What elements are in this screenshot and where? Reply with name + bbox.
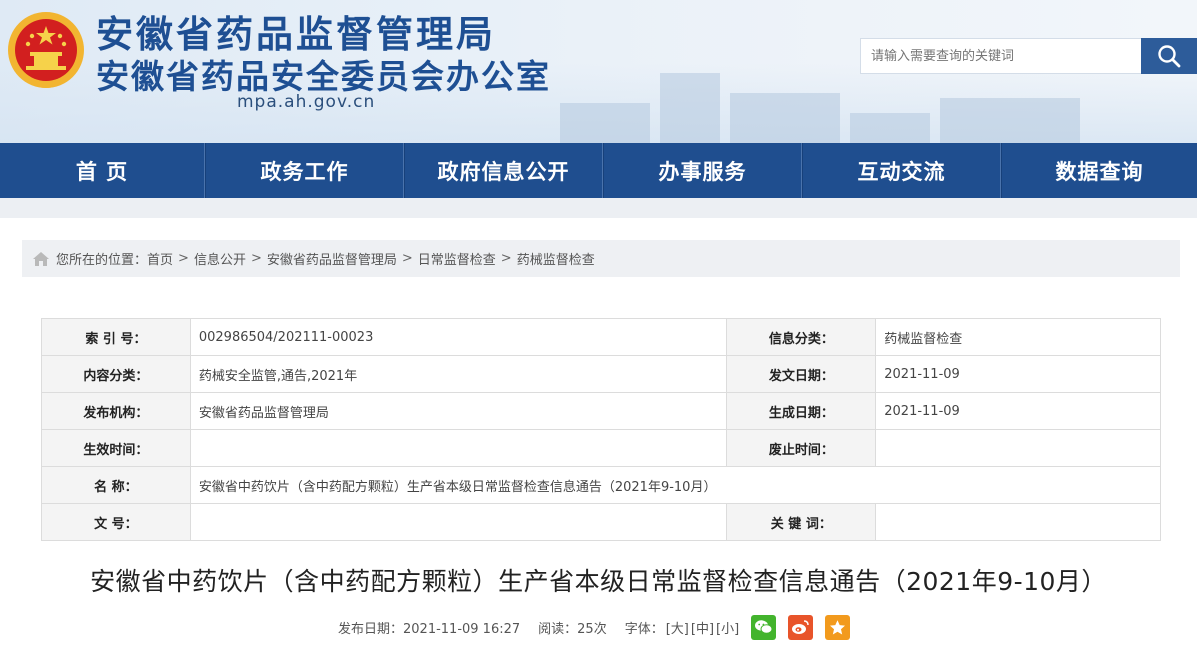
content-category-label: 内容分类： [41,355,191,393]
breadcrumb-separator: > [401,251,413,266]
publisher-value: 安徽省药品监督管理局 [189,392,728,430]
article-title: 安徽省中药饮片（含中药配方颗粒）生产省本级日常监督检查信息通告（2021年9-1… [90,567,1107,596]
nav-shadow-band [0,198,1197,218]
effective-date-value [189,429,728,467]
skyline-building [560,103,650,143]
table-row: 索 引 号： 002986504/202111-00023 信息分类： 药械监督… [41,318,1161,356]
wechat-share-icon[interactable] [751,614,777,640]
national-emblem-icon[interactable] [6,8,86,94]
issue-date-label: 发文日期： [726,355,877,393]
search-button[interactable] [1141,38,1197,74]
font-size-label: 字体： [624,621,664,637]
breadcrumb-separator: > [250,251,262,266]
site-domain: mpa.ah.gov.cn [237,92,376,112]
generated-date-label: 生成日期： [726,392,877,430]
favorite-star-icon[interactable] [825,614,851,640]
breadcrumb-separator: > [500,251,512,266]
breadcrumb: 您所在的位置： 首页 > 信息公开 > 安徽省药品监督管理局 > 日常监督检查 … [22,240,1180,277]
abolish-date-value [875,429,1161,467]
nav-info-disclosure[interactable]: 政府信息公开 [404,143,603,198]
name-label: 名 称： [41,466,191,504]
font-size-medium-button[interactable]: [中] [691,618,714,637]
breadcrumb-link-daily-inspection[interactable]: 日常监督检查 [418,249,496,268]
name-value: 安徽省中药饮片（含中药配方颗粒）生产省本级日常监督检查信息通告（2021年9-1… [189,466,1162,504]
table-row: 文 号： 关 键 词： [41,503,1161,541]
nav-data-query[interactable]: 数据查询 [1001,143,1197,198]
nav-home[interactable]: 首 页 [0,143,205,198]
category-label: 信息分类： [726,318,877,356]
breadcrumb-separator: > [178,251,189,266]
breadcrumb-link-info-disclosure[interactable]: 信息公开 [194,249,246,268]
search-icon [1158,45,1181,68]
skyline-building [730,93,840,143]
table-row: 内容分类： 药械安全监管,通告,2021年 发文日期： 2021-11-09 [41,355,1161,393]
search-input[interactable] [860,38,1142,74]
doc-number-value [189,503,728,541]
nav-services[interactable]: 办事服务 [603,143,802,198]
abolish-date-label: 废止时间： [726,429,877,467]
document-info-table: 索 引 号： 002986504/202111-00023 信息分类： 药械监督… [41,318,1162,541]
weibo-share-icon[interactable] [788,614,814,640]
publisher-label: 发布机构： [41,392,191,430]
nav-interaction[interactable]: 互动交流 [802,143,1001,198]
font-size-small-button[interactable]: [小] [716,618,739,637]
breadcrumb-link-home[interactable]: 首页 [147,249,173,268]
font-size-large-button[interactable]: [大] [666,618,689,637]
breadcrumb-link-bureau[interactable]: 安徽省药品监督管理局 [267,249,397,268]
home-icon [32,251,50,267]
generated-date-value: 2021-11-09 [875,392,1161,430]
site-subtitle: 安徽省药品安全委员会办公室 [96,57,551,96]
table-row: 生效时间： 废止时间： [41,429,1161,467]
index-label: 索 引 号： [41,318,191,356]
skyline-building [850,113,930,143]
keywords-value [875,503,1161,541]
site-header: 安徽省药品监督管理局 安徽省药品安全委员会办公室 mpa.ah.gov.cn [0,0,1197,143]
doc-number-label: 文 号： [41,503,191,541]
issue-date-value: 2021-11-09 [875,355,1161,393]
table-row: 名 称： 安徽省中药饮片（含中药配方颗粒）生产省本级日常监督检查信息通告（202… [41,466,1162,504]
skyline-building [660,73,720,143]
breadcrumb-prefix: 您所在的位置： [56,253,148,268]
read-count: 阅读：25次 [538,621,607,637]
publish-date: 发布日期：2021-11-09 16:27 [338,621,521,637]
index-value: 002986504/202111-00023 [189,318,728,356]
effective-date-label: 生效时间： [41,429,191,467]
keywords-label: 关 键 词： [726,503,877,541]
article-meta: 发布日期：2021-11-09 16:27 阅读：25次 字体： [大] [中]… [338,614,851,640]
breadcrumb-link-drug-device-inspection[interactable]: 药械监督检查 [517,249,595,268]
main-nav: 首 页 政务工作 政府信息公开 办事服务 互动交流 数据查询 [0,143,1197,198]
category-value: 药械监督检查 [875,318,1161,356]
content-category-value: 药械安全监管,通告,2021年 [189,355,728,393]
skyline-building [940,98,1080,143]
nav-government-work[interactable]: 政务工作 [205,143,404,198]
table-row: 发布机构： 安徽省药品监督管理局 生成日期： 2021-11-09 [41,392,1161,430]
